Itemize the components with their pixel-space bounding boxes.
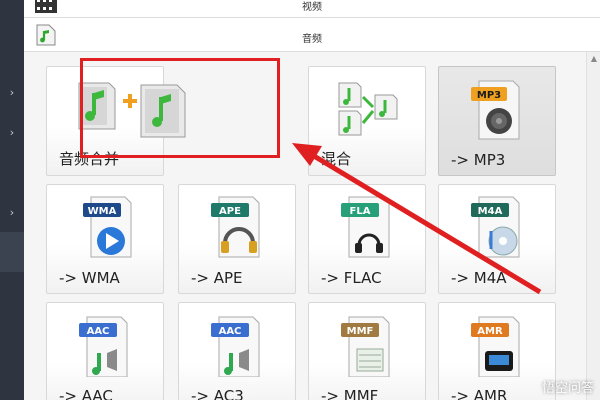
tile-label: 混合 [321,150,352,168]
tile-to-mmf[interactable]: MMF -> MMF [308,302,426,400]
tile-to-mp3[interactable]: MP3 -> MP3 [438,66,556,176]
tile-label: -> AC3 [191,387,244,400]
mmf-icon: MMF [341,316,390,377]
tile-to-amr[interactable]: AMR -> AMR [438,302,556,400]
category-label: 视频 [302,2,322,13]
tile-to-wma[interactable]: WMA -> WMA [46,184,164,294]
tile-to-m4a[interactable]: M4A -> M4A [438,184,556,294]
tile-label: -> AAC [59,387,113,400]
badge-text: AAC [87,326,110,337]
category-row-audio[interactable]: 音频 [24,18,600,52]
app-window: › › › 视频 音频 音频合并 混合 MP3 -> MP3 WMA -> WM… [0,0,600,400]
sidebar-expand-icon[interactable]: › [6,86,18,100]
category-label: 音频 [302,34,322,45]
tile-to-ape[interactable]: APE -> APE [178,184,296,294]
ape-icon: APE [211,196,260,258]
aac-icon: AAC [79,316,128,377]
badge-text: MP3 [477,90,501,101]
tile-label: -> APE [191,269,243,287]
badge-text: M4A [478,206,503,217]
left-sidebar: › › › [0,0,24,400]
tile-to-ac3[interactable]: AAC -> AC3 [178,302,296,400]
amr-icon: AMR [471,316,520,377]
badge-text: AAC [219,326,242,337]
tile-label: -> WMA [59,269,120,287]
badge-text: APE [219,206,241,217]
badge-text: FLA [350,206,371,217]
badge-text: MMF [347,326,374,337]
badge-text: AMR [477,326,503,337]
highlight-box [80,58,280,158]
wma-icon: WMA [83,196,132,258]
tile-to-flac[interactable]: FLA -> FLAC [308,184,426,294]
audio-mix-icon [338,82,398,136]
watermark: 悟空问答 [541,381,594,396]
tile-to-aac[interactable]: AAC -> AAC [46,302,164,400]
flac-icon: FLA [341,196,390,258]
sidebar-expand-icon[interactable]: › [6,206,18,220]
tile-label: -> MMF [321,387,379,400]
badge-text: WMA [88,206,117,217]
tile-label: -> M4A [451,269,507,287]
tile-label: -> FLAC [321,269,382,287]
tile-label: -> AMR [451,387,508,400]
ac3-icon: AAC [211,316,260,377]
scroll-up-icon[interactable]: ▲ [589,54,599,64]
vertical-scrollbar[interactable]: ▲ [586,52,600,400]
category-row-video[interactable]: 视频 [24,0,600,18]
m4a-icon: M4A [471,196,520,258]
tile-label: -> MP3 [451,151,506,169]
mp3-icon: MP3 [471,80,520,140]
sidebar-selected-item[interactable] [0,232,24,272]
tile-audio-mix[interactable]: 混合 [308,66,426,176]
sidebar-expand-icon[interactable]: › [6,126,18,140]
